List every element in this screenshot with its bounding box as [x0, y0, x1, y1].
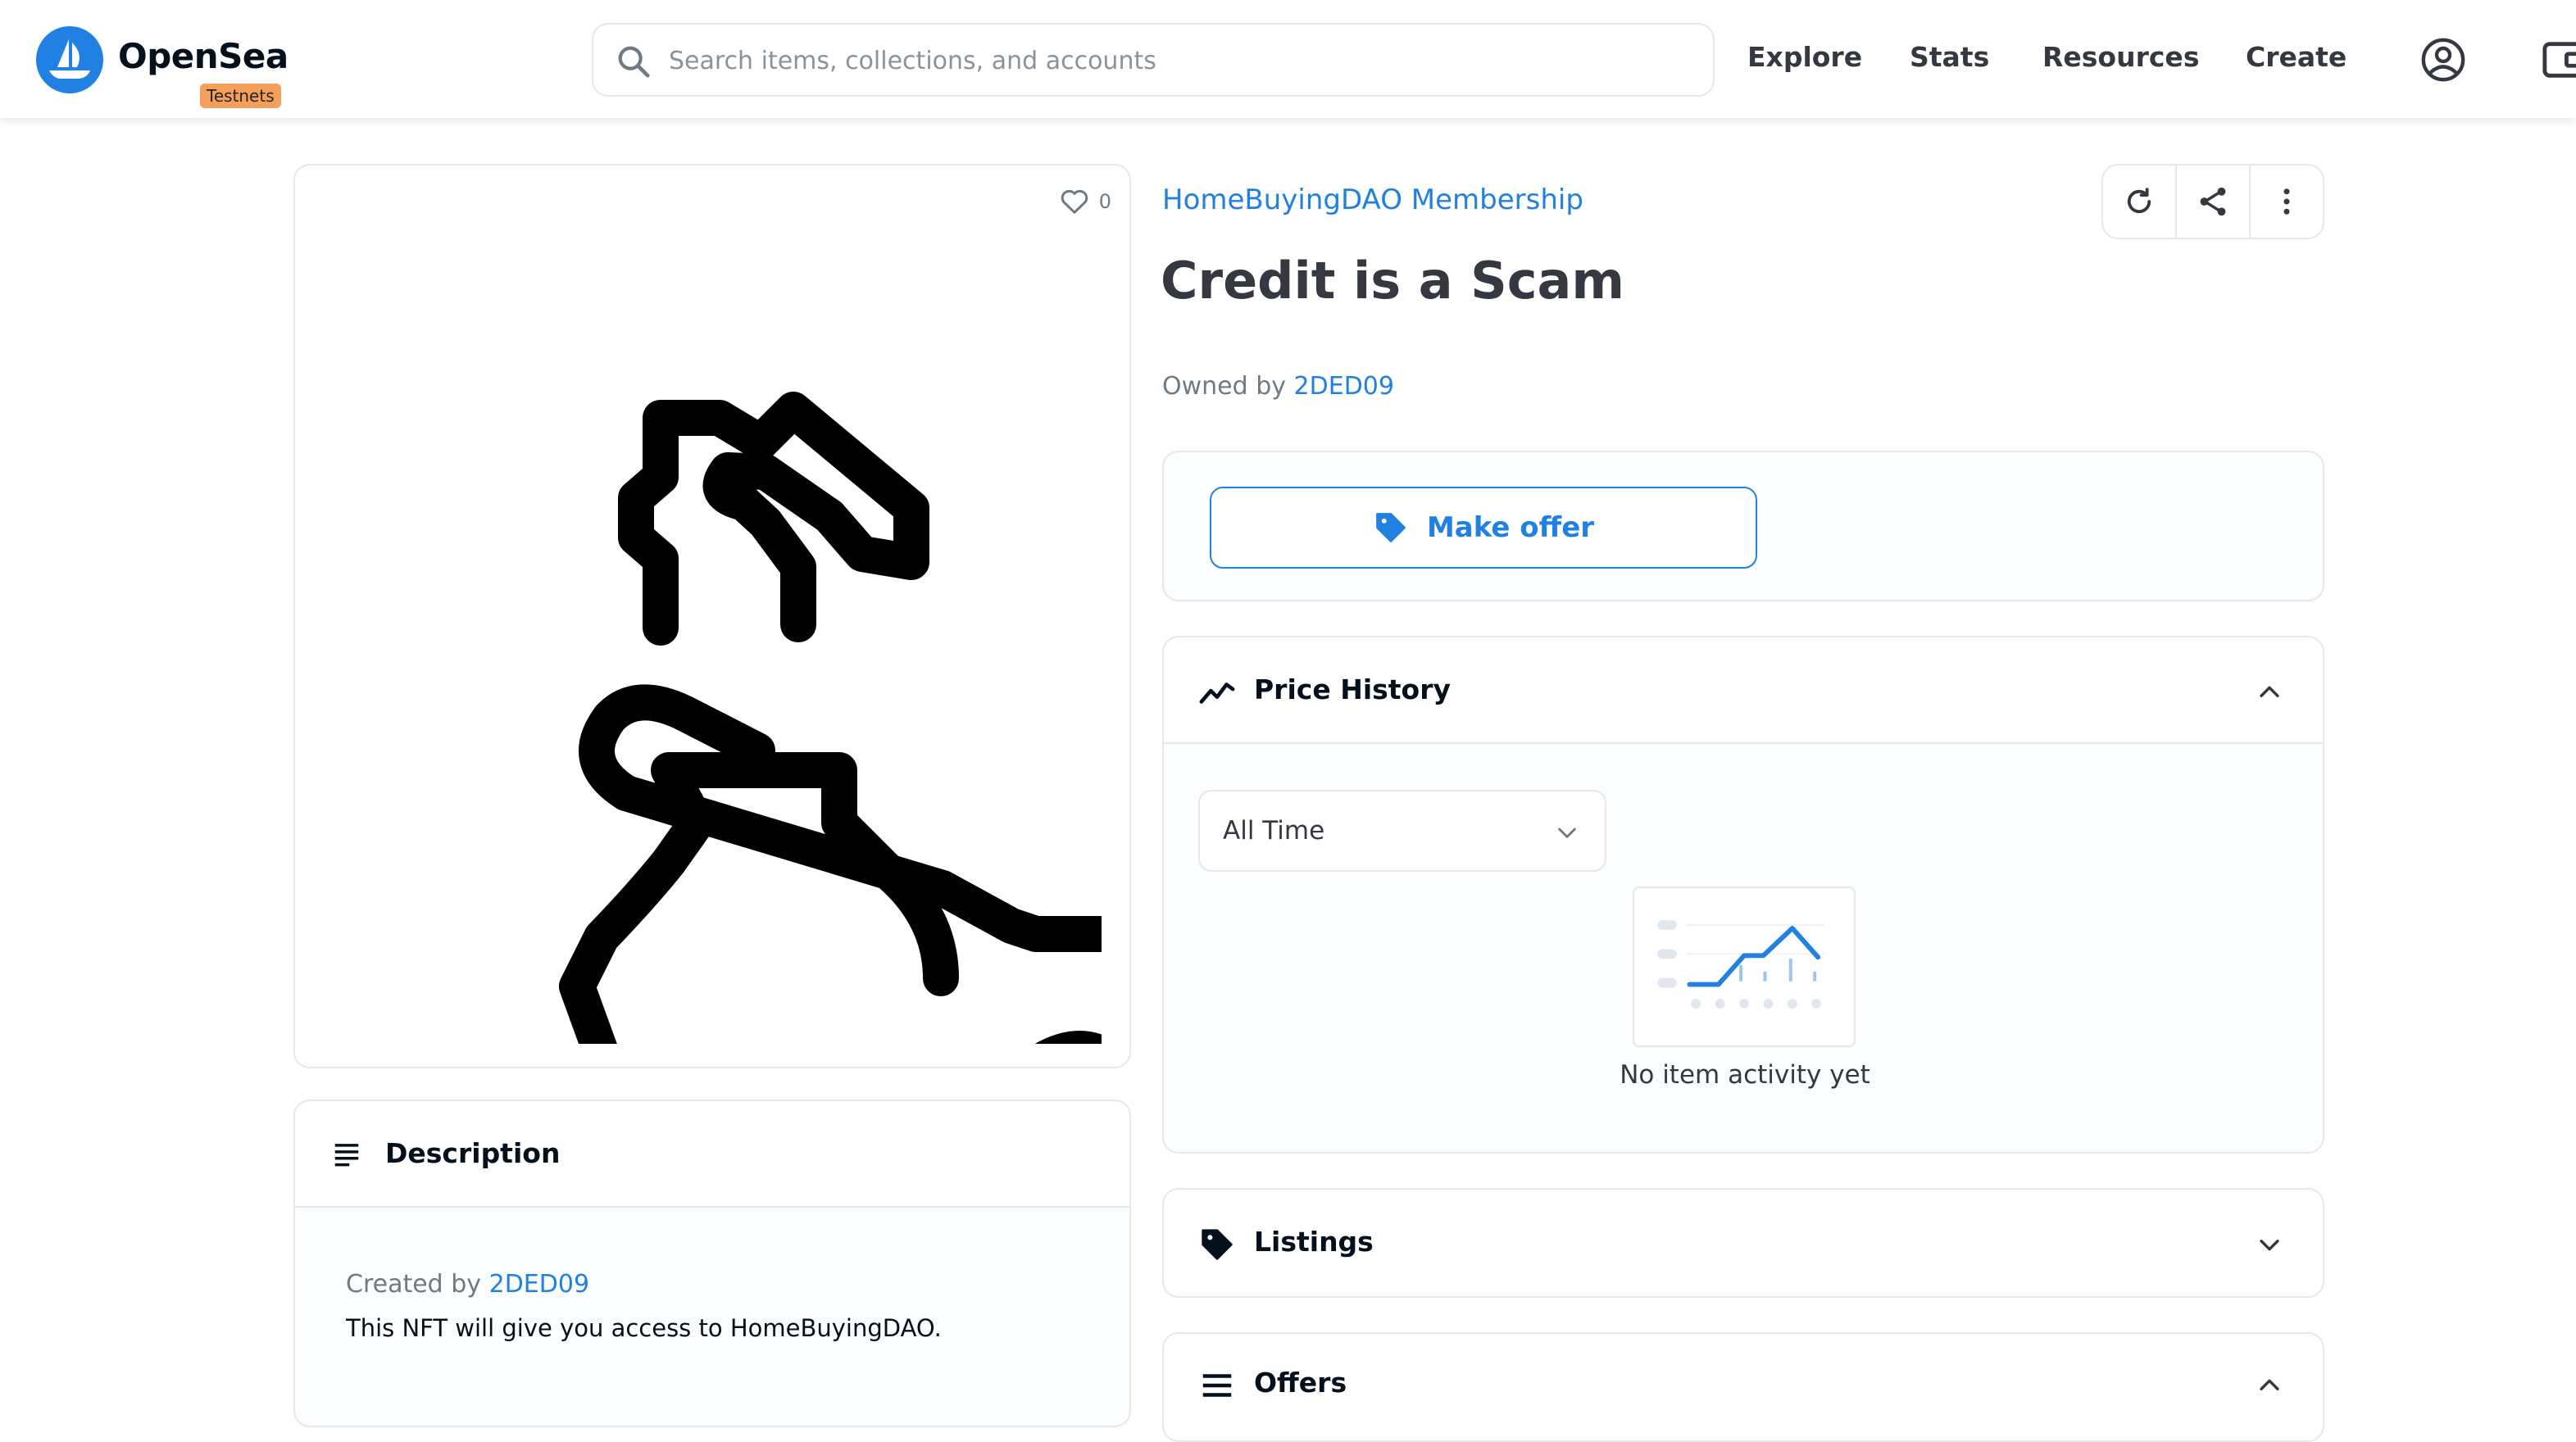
make-offer-label: Make offer: [1426, 511, 1595, 544]
list-lines-icon: [1202, 1374, 1232, 1397]
opensea-logo-icon[interactable]: [36, 26, 103, 93]
offers-section[interactable]: Offers: [1162, 1332, 2324, 1442]
favorite-button[interactable]: 0: [1058, 185, 1111, 218]
wallet-icon[interactable]: [2541, 36, 2576, 84]
refresh-button[interactable]: [2103, 166, 2177, 238]
favorites-count: 0: [1098, 190, 1111, 213]
make-offer-button[interactable]: Make offer: [1210, 487, 1757, 569]
share-icon: [2200, 187, 2226, 216]
description-lines-icon: [334, 1144, 359, 1167]
refresh-icon: [2127, 188, 2151, 214]
make-offer-card: Make offer: [1162, 451, 2324, 601]
chevron-down-icon: [1558, 828, 1576, 838]
brand-name[interactable]: OpenSea: [118, 36, 288, 76]
nav-stats[interactable]: Stats: [1910, 41, 1989, 73]
chevron-up-icon[interactable]: [2256, 678, 2283, 706]
tag-icon: [1376, 513, 1406, 542]
trending-icon: [1199, 682, 1235, 704]
more-options-button[interactable]: [2251, 166, 2323, 238]
nav-resources[interactable]: Resources: [2042, 41, 2199, 73]
owned-by-label: Owned by: [1162, 372, 1286, 401]
period-value: All Time: [1223, 816, 1325, 846]
owned-by-line: Owned by 2DED09: [1162, 372, 1394, 401]
listings-section[interactable]: Listings: [1162, 1188, 2324, 1298]
chevron-down-icon[interactable]: [2256, 1231, 2283, 1258]
creator-link[interactable]: 2DED09: [489, 1270, 589, 1299]
item-title: Credit is a Scam: [1161, 251, 1624, 311]
heart-icon: [1061, 189, 1088, 214]
nft-artwork-image[interactable]: [331, 257, 1102, 1044]
testnets-badge: Testnets: [200, 84, 281, 108]
more-icon: [2283, 188, 2290, 215]
price-history-card: Price History All Time No item activity …: [1162, 636, 2324, 1154]
top-navbar: OpenSea Testnets Explore Stats Resources…: [0, 0, 2576, 118]
created-by-label: Created by: [346, 1270, 482, 1299]
owner-link[interactable]: 2DED09: [1294, 372, 1394, 401]
search-icon: [618, 46, 650, 78]
tag-icon: [1202, 1229, 1233, 1260]
price-history-header[interactable]: Price History: [1164, 637, 2323, 744]
listings-title: Listings: [1254, 1226, 1374, 1258]
no-activity-message: No item activity yet: [1620, 1060, 1870, 1090]
search-input[interactable]: [669, 39, 1685, 82]
description-text: This NFT will give you access to HomeBuy…: [346, 1314, 942, 1342]
collection-link[interactable]: HomeBuyingDAO Membership: [1162, 184, 1583, 216]
search-bar[interactable]: [592, 23, 1715, 97]
created-by-line: Created by 2DED09: [346, 1270, 589, 1299]
offers-title: Offers: [1254, 1367, 1347, 1399]
description-header[interactable]: Description: [295, 1101, 1129, 1208]
description-card: Description Created by 2DED09 This NFT w…: [293, 1100, 1131, 1427]
description-title: Description: [385, 1137, 561, 1169]
item-action-bar: [2101, 164, 2324, 239]
nft-image-card: 0: [293, 164, 1131, 1068]
nav-create[interactable]: Create: [2246, 41, 2347, 73]
empty-chart-illustration: [1633, 887, 1856, 1047]
nav-explore[interactable]: Explore: [1747, 41, 1862, 73]
account-icon[interactable]: [2419, 36, 2467, 84]
period-select[interactable]: All Time: [1198, 790, 1606, 872]
empty-chart-icon: [1657, 920, 1824, 1009]
share-button[interactable]: [2177, 166, 2251, 238]
price-history-title: Price History: [1254, 673, 1452, 705]
chevron-up-icon[interactable]: [2256, 1372, 2283, 1399]
